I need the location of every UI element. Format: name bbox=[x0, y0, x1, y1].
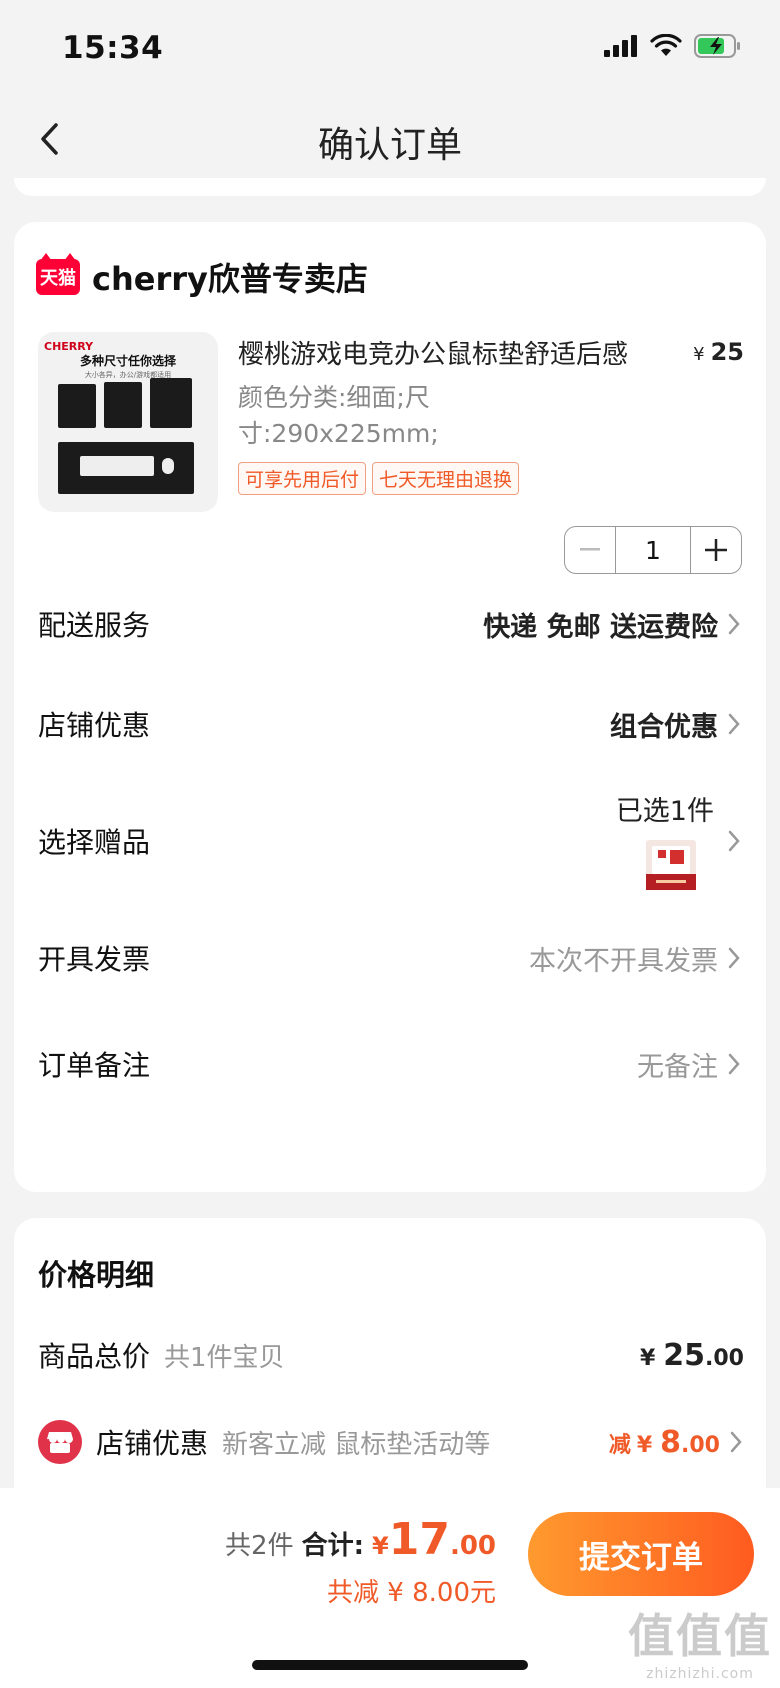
product-title[interactable]: 樱桃游戏电竞办公鼠标垫舒适后感 bbox=[238, 334, 658, 371]
goods-total-row: 商品总价 共1件宝贝 ¥25.00 bbox=[38, 1330, 744, 1380]
status-icons bbox=[604, 34, 742, 58]
chevron-right-icon bbox=[728, 713, 740, 735]
checkout-bar: 共2件 合计: ¥17.00 共减 ¥ 8.00元 提交订单 值值值 zhizh… bbox=[0, 1488, 780, 1688]
gift-label: 选择赠品 bbox=[38, 826, 151, 859]
quantity-value[interactable]: 1 bbox=[615, 527, 691, 573]
delivery-value: 快递 免邮 送运费险 bbox=[483, 611, 718, 643]
plus-icon bbox=[705, 539, 727, 561]
signal-icon bbox=[604, 35, 637, 57]
watermark: 值值值 zhizhizhi.com bbox=[628, 1600, 772, 1682]
quantity-stepper: 1 bbox=[564, 526, 742, 574]
product-tags: 可享先用后付 七天无理由退换 bbox=[238, 462, 520, 495]
store-discount-detail-row[interactable]: 店铺优惠 新客立减 鼠标垫活动等 减 ¥8.00 bbox=[38, 1414, 744, 1470]
gift-coupon-icon bbox=[646, 839, 696, 890]
mousepad-medium bbox=[104, 382, 142, 428]
chevron-right-icon bbox=[730, 1431, 742, 1453]
item-count: 共2件 bbox=[225, 1531, 294, 1561]
submit-order-button[interactable]: 提交订单 bbox=[528, 1512, 754, 1596]
product-image[interactable]: CHERRY 多种尺寸任你选择 大小各异，办公/游戏都适用 bbox=[38, 332, 218, 512]
total-amount: ¥17.00 bbox=[372, 1514, 496, 1565]
total-dec: .00 bbox=[449, 1531, 496, 1561]
product-price-yen: ¥ bbox=[693, 344, 705, 365]
store-header[interactable]: 天猫 cherry欣普专卖店 bbox=[36, 253, 368, 300]
delivery-label: 配送服务 bbox=[38, 609, 151, 642]
remark-row[interactable]: 订单备注 无备注 bbox=[14, 1038, 766, 1090]
tag-pay-later: 可享先用后付 bbox=[238, 462, 367, 495]
total-int: 17 bbox=[388, 1514, 450, 1565]
store-discount-value: 组合优惠 bbox=[610, 711, 718, 743]
store-discount-detail-value: 减 ¥8.00 bbox=[609, 1425, 720, 1460]
invoice-row[interactable]: 开具发票 本次不开具发票 bbox=[14, 932, 766, 984]
tmall-logo-icon: 天猫 bbox=[36, 253, 80, 295]
price-detail-card: 价格明细 商品总价 共1件宝贝 ¥25.00 店铺优惠 新客立减 鼠标垫活动等 … bbox=[14, 1218, 766, 1518]
keyboard-graphic bbox=[80, 456, 154, 476]
product-image-title: 多种尺寸任你选择 bbox=[79, 354, 176, 368]
invoice-value: 本次不开具发票 bbox=[529, 945, 718, 977]
page-title: 确认订单 bbox=[317, 125, 462, 166]
delivery-row[interactable]: 配送服务 快递 免邮 送运费险 bbox=[14, 598, 766, 650]
chevron-right-icon bbox=[728, 947, 740, 969]
increase-quantity-button[interactable] bbox=[691, 527, 741, 573]
product-spec[interactable]: 颜色分类:细面;尺寸:290x225mm; bbox=[238, 380, 478, 452]
order-card: 天猫 cherry欣普专卖店 CHERRY 多种尺寸任你选择 大小各异，办公/游… bbox=[14, 222, 766, 1192]
goods-total-int: 25 bbox=[663, 1337, 706, 1373]
goods-total-dec: .00 bbox=[705, 1345, 744, 1371]
remark-label: 订单备注 bbox=[38, 1049, 151, 1082]
price-detail-heading: 价格明细 bbox=[38, 1258, 155, 1292]
chevron-right-icon bbox=[728, 830, 740, 852]
battery-icon bbox=[694, 34, 740, 58]
product-price: ¥25 bbox=[693, 338, 744, 366]
tag-return-policy: 七天无理由退换 bbox=[372, 462, 520, 495]
product-price-value: 25 bbox=[710, 338, 744, 366]
chevron-right-icon bbox=[728, 1053, 740, 1075]
decrease-quantity-button[interactable] bbox=[565, 527, 615, 573]
goods-total-count: 共1件宝贝 bbox=[164, 1342, 285, 1373]
home-indicator bbox=[252, 1660, 528, 1670]
mousepad-small bbox=[58, 384, 96, 428]
remark-value: 无备注 bbox=[637, 1051, 718, 1083]
discount-yen: ¥ bbox=[636, 1432, 653, 1458]
minus-icon bbox=[580, 548, 600, 551]
goods-total-yen: ¥ bbox=[639, 1345, 656, 1371]
discount-int: 8 bbox=[660, 1424, 682, 1460]
mousepad-large bbox=[150, 378, 192, 428]
store-discount-detail-sub: 新客立减 鼠标垫活动等 bbox=[222, 1429, 491, 1460]
total-saving: 共减 ¥ 8.00元 bbox=[327, 1578, 496, 1608]
goods-total-label: 商品总价 bbox=[38, 1340, 151, 1373]
total-yen: ¥ bbox=[372, 1532, 389, 1560]
discount-prefix: 减 bbox=[608, 1432, 631, 1458]
watermark-main: 值值值 bbox=[628, 1609, 772, 1663]
total-label: 合计: bbox=[301, 1531, 364, 1561]
watermark-sub: zhizhizhi.com bbox=[646, 1666, 754, 1682]
gift-value: 已选1件 bbox=[615, 795, 714, 827]
store-discount-row[interactable]: 店铺优惠 组合优惠 bbox=[14, 698, 766, 750]
wifi-icon bbox=[650, 34, 682, 56]
chevron-right-icon bbox=[728, 613, 740, 635]
gift-row[interactable]: 选择赠品 已选1件 bbox=[14, 780, 766, 902]
status-time: 15:34 bbox=[62, 30, 164, 66]
status-bar: 15:34 bbox=[0, 0, 780, 100]
mouse-graphic bbox=[162, 458, 174, 474]
shop-icon bbox=[38, 1420, 82, 1464]
goods-total-value: ¥25.00 bbox=[640, 1338, 744, 1373]
invoice-label: 开具发票 bbox=[38, 943, 151, 976]
nav-bar: 确认订单 bbox=[0, 100, 780, 180]
store-discount-detail-label: 店铺优惠 bbox=[96, 1427, 209, 1460]
store-discount-label: 店铺优惠 bbox=[38, 709, 151, 742]
address-card-edge bbox=[14, 178, 766, 196]
total-line: 共2件 合计: ¥17.00 bbox=[225, 1514, 496, 1565]
discount-dec: .00 bbox=[681, 1432, 720, 1458]
store-name: cherry欣普专卖店 bbox=[92, 260, 368, 298]
